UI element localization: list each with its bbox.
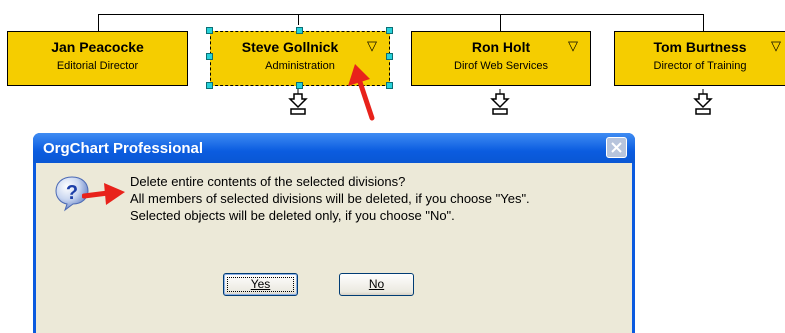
dialog-body: ? Delete entire contents of the selected… [36, 163, 632, 333]
annotation-arrow-icon [348, 64, 375, 121]
selection-handle[interactable] [386, 27, 393, 34]
annotation-arrow-icon [82, 183, 125, 205]
node-menu-triangle-icon[interactable]: ▽ [568, 38, 578, 54]
org-connector-vertical [98, 14, 99, 32]
node-name: Tom Burtness [653, 39, 747, 55]
selection-handle[interactable] [386, 82, 393, 89]
yes-button-label: Yes [250, 277, 271, 291]
org-node-tom-burtness[interactable]: Tom Burtness Director of Training ▽ [614, 31, 785, 86]
selection-handle[interactable] [296, 82, 303, 89]
org-connector-horizontal [98, 14, 704, 15]
expand-subordinates-icon[interactable] [693, 89, 713, 115]
close-button[interactable] [606, 137, 627, 158]
org-connector-vertical [703, 14, 704, 32]
node-name: Ron Holt [471, 39, 531, 55]
node-title: Editorial Director [56, 60, 139, 72]
node-title: Dirof Web Services [454, 60, 548, 72]
org-connector-vertical [500, 14, 501, 32]
dialog-message-line: All members of selected divisions will b… [130, 191, 530, 206]
node-name: Jan Peacocke [51, 39, 144, 55]
selection-handle[interactable] [206, 53, 213, 60]
yes-button[interactable]: Yes [223, 273, 298, 296]
node-menu-triangle-icon[interactable]: ▽ [771, 38, 781, 54]
selection-handle[interactable] [386, 53, 393, 60]
node-menu-triangle-icon[interactable]: ▽ [367, 38, 377, 54]
no-button-label: No [368, 277, 385, 291]
close-icon [611, 142, 622, 153]
selection-handle[interactable] [296, 27, 303, 34]
node-title: Director of Training [653, 60, 747, 72]
dialog-message-line: Delete entire contents of the selected d… [130, 174, 406, 189]
no-button[interactable]: No [339, 273, 414, 296]
org-node-jan-peacocke[interactable]: Jan Peacocke Editorial Director [7, 31, 188, 86]
dialog-message-line: Selected objects will be deleted only, i… [130, 208, 455, 223]
expand-subordinates-icon[interactable] [490, 89, 510, 115]
selection-handle[interactable] [206, 82, 213, 89]
node-name: Steve Gollnick [241, 39, 339, 55]
dialog-title: OrgChart Professional [43, 140, 204, 157]
svg-text:?: ? [66, 182, 78, 204]
dialog-title-bar[interactable]: OrgChart Professional [33, 133, 635, 163]
confirm-dialog: OrgChart Professional ? Delete entire co… [33, 133, 635, 333]
org-node-ron-holt[interactable]: Ron Holt Dirof Web Services ▽ [411, 31, 591, 86]
expand-subordinates-icon[interactable] [288, 89, 308, 115]
org-connector-vertical [298, 14, 299, 25]
selection-handle[interactable] [206, 27, 213, 34]
